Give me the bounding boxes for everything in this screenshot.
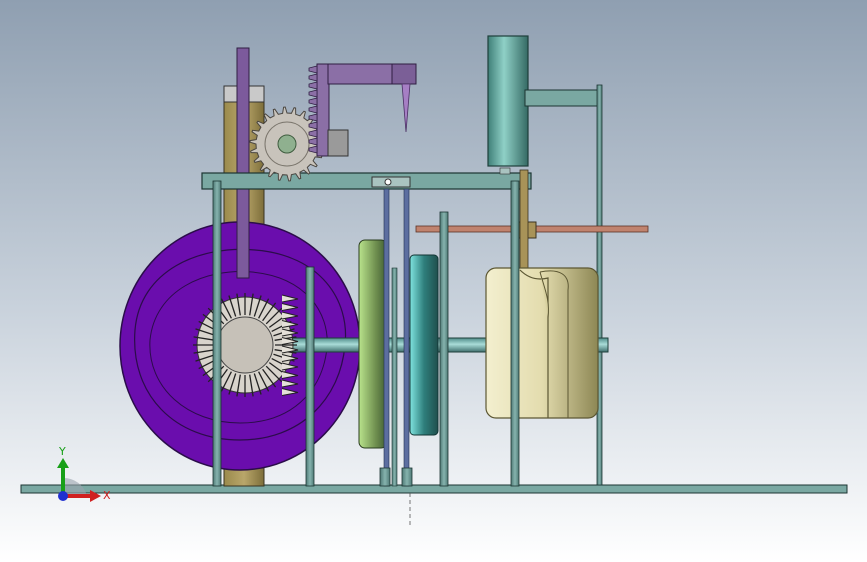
base-plate[interactable] [20, 484, 848, 494]
axis-x-label: X [103, 489, 111, 502]
bevel-gear[interactable] [193, 293, 299, 397]
gear-rack-arm[interactable] [308, 63, 417, 157]
vertical-rack[interactable] [236, 47, 250, 279]
top-frame-plate[interactable] [201, 172, 532, 190]
coordinate-triad: Y X [57, 445, 111, 502]
mechanism-drawing: Y X [20, 35, 848, 528]
cyan-disk[interactable] [409, 254, 439, 436]
cad-viewport[interactable]: Y X [0, 0, 867, 562]
vertical-cylinder[interactable] [487, 35, 602, 167]
green-disk[interactable] [358, 239, 388, 449]
drum-cam[interactable] [485, 267, 599, 419]
axis-y-label: Y [58, 445, 66, 458]
